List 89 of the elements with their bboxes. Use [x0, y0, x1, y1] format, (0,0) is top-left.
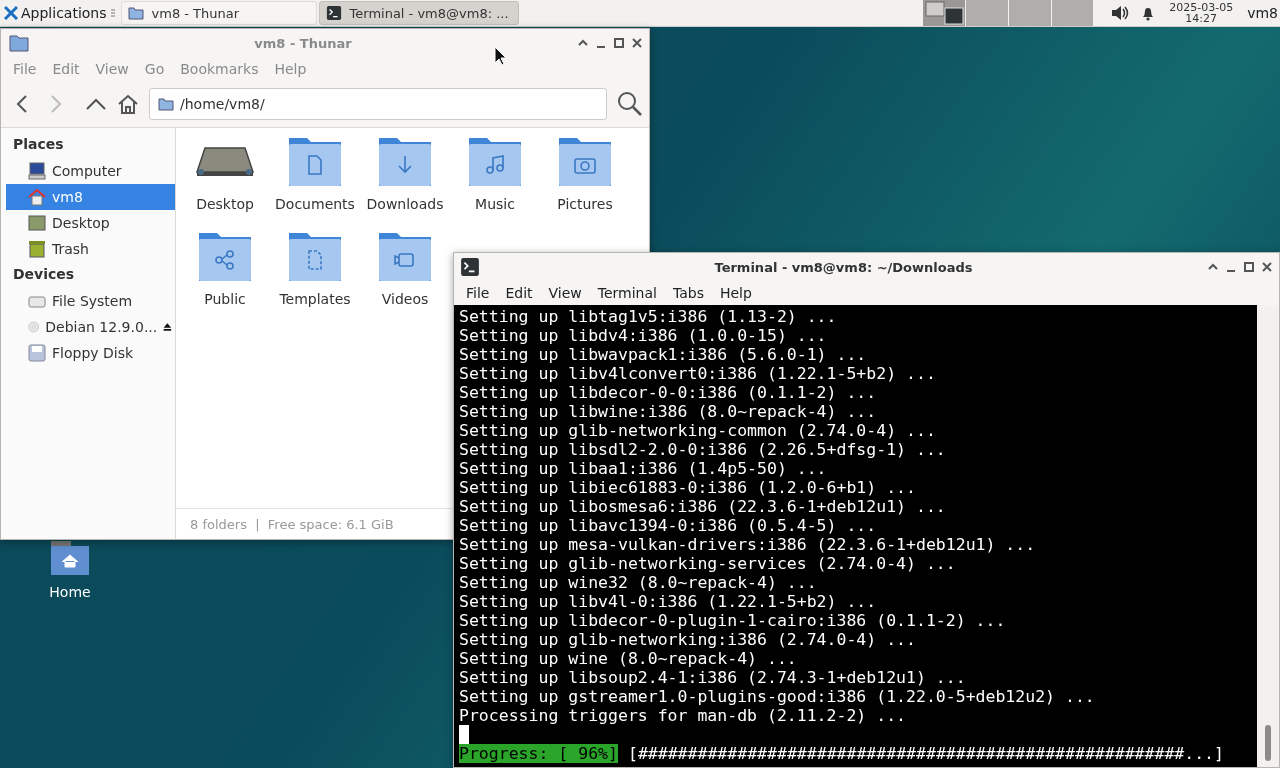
location-field[interactable]: /home/vm8/	[149, 88, 607, 120]
menu-item[interactable]: Help	[711, 285, 760, 301]
folder-label[interactable]: Public	[204, 291, 246, 307]
text-cursor	[459, 725, 469, 744]
sidebar-item[interactable]: Computer	[6, 158, 175, 184]
sidebar-heading: Devices	[12, 265, 76, 284]
scrollbar[interactable]	[1257, 305, 1279, 767]
home-icon	[28, 188, 46, 206]
home-folder-icon[interactable]	[50, 540, 90, 576]
terminal-line: Setting up libv4lconvert0:i386 (1.22.1-5+b2) ...	[459, 364, 937, 383]
progress-label: Progress: [ 96%]	[459, 744, 618, 763]
terminal-line: Setting up libsdl2-2.0-0:i386 (2.26.5+dfsg-1) ...	[459, 440, 947, 459]
sidebar-item[interactable]: Debian 12.9.0...	[6, 314, 175, 340]
terminal-line: Setting up libdecor-0-0:i386 (0.1.1-2) ...	[459, 383, 878, 402]
camera-folder-icon	[558, 136, 612, 188]
folder-label[interactable]: Downloads	[366, 196, 444, 212]
folder-label[interactable]: Desktop	[196, 196, 254, 212]
menu-item[interactable]: Tabs	[664, 285, 712, 301]
workspace-switcher[interactable]	[923, 0, 1094, 26]
bell-icon[interactable]	[1141, 5, 1156, 21]
download-folder-icon	[378, 136, 432, 188]
sidebar-item[interactable]: File System	[6, 288, 175, 314]
terminal-line: Setting up libwavpack1:i386 (5.6.0-1) ...	[459, 345, 868, 364]
document-folder-icon	[288, 136, 342, 188]
sidebar-item[interactable]: vm8	[6, 184, 175, 210]
folder-label[interactable]: Music	[475, 196, 515, 212]
home-icon[interactable]	[117, 94, 139, 114]
disc-icon	[28, 318, 40, 336]
close-icon[interactable]	[631, 37, 643, 49]
folder-label[interactable]: Pictures	[557, 196, 613, 212]
folder-icon	[158, 97, 174, 111]
progress-bar-text: [#######################################################...]	[627, 744, 1224, 763]
share-folder-icon	[198, 231, 252, 283]
template-folder-icon	[288, 231, 342, 283]
computer-icon	[28, 162, 46, 180]
maximize-icon[interactable]	[613, 37, 625, 49]
applications-menu[interactable]: Applications	[0, 0, 111, 26]
xfce-logo-icon	[4, 6, 18, 20]
terminal-line: Setting up glib-networking-common (2.74.0-4) ...	[459, 421, 937, 440]
home-label[interactable]: Home	[49, 584, 91, 600]
floppy-icon	[28, 344, 46, 362]
terminal-line: Setting up libiec61883-0:i386 (1.2.0-6+b1) ...	[459, 478, 917, 497]
terminal-icon	[460, 257, 480, 277]
terminal-line: Setting up libaa1:i386 (1.4p5-50) ...	[459, 459, 828, 478]
user-name[interactable]: vm8	[1247, 5, 1278, 21]
desktop-icon	[28, 214, 46, 232]
terminal-line: Setting up gstreamer1.0-plugins-good:i386 (1.22.0-5+deb12u2) ...	[459, 687, 1096, 706]
sidebar-heading: Places	[12, 135, 65, 154]
close-icon[interactable]	[1261, 261, 1273, 273]
terminal-line: Processing triggers for man-db (2.11.2-2) ...	[459, 706, 908, 725]
terminal-line: Setting up libtag1v5:i386 (1.13-2) ...	[459, 307, 838, 326]
terminal-line: Setting up glib-networking-services (2.74.0-4) ...	[459, 554, 957, 573]
clock[interactable]: 2025-03-05 14:27	[1169, 2, 1234, 24]
terminal-line: Setting up libwine:i386 (8.0~repack-4) ...	[459, 402, 878, 421]
menu-item[interactable]: File	[458, 285, 498, 301]
video-folder-icon	[378, 231, 432, 283]
music-folder-icon	[468, 136, 522, 188]
folder-icon	[127, 6, 144, 20]
folder-label[interactable]: Documents	[275, 196, 355, 212]
terminal-line: Setting up libsoup2.4-1:i386 (2.74.3-1+deb12u1) ...	[459, 668, 967, 687]
taskbar-task[interactable]: vm8 - Thunar	[120, 1, 317, 25]
menu-item[interactable]: Terminal	[589, 285, 665, 301]
terminal-icon	[325, 5, 342, 21]
menu-item[interactable]: View	[540, 285, 590, 301]
terminal-line: Setting up glib-networking:i386 (2.74.0-4) ...	[459, 630, 917, 649]
terminal-line: Setting up wine32 (8.0~repack-4) ...	[459, 573, 818, 592]
folder-label[interactable]: Videos	[381, 291, 429, 307]
folder-label[interactable]: Templates	[279, 291, 351, 307]
volume-icon[interactable]	[1111, 5, 1130, 21]
terminal-line: Setting up libdecor-0-plugin-1-cairo:i386 (0.1.1-2) ...	[459, 611, 1007, 630]
sidebar-item[interactable]: Trash	[6, 236, 175, 262]
sidebar-item[interactable]: Desktop	[6, 210, 175, 236]
search-icon[interactable]	[617, 91, 643, 117]
separator-handle-icon	[110, 8, 115, 18]
window-title: Terminal - vm8@vm8: ~/Downloads	[713, 259, 974, 275]
sidebar-item[interactable]: Floppy Disk	[6, 340, 175, 366]
maximize-icon[interactable]	[1243, 261, 1255, 273]
back-icon[interactable]	[15, 94, 29, 114]
terminal-line: Setting up libv4l-0:i386 (1.22.1-5+b2) ...	[459, 592, 878, 611]
eject-icon[interactable]	[163, 320, 172, 334]
window-title: vm8 - Thunar	[253, 35, 353, 51]
menu-item[interactable]: Edit	[497, 285, 541, 301]
terminal-line: Setting up wine (8.0~repack-4) ...	[459, 649, 798, 668]
trash-icon	[28, 240, 46, 258]
up-icon[interactable]	[85, 97, 107, 111]
folder-icon	[9, 34, 29, 52]
terminal-line: Setting up libdv4:i386 (1.0.0-15) ...	[459, 326, 828, 345]
taskbar-task[interactable]: Terminal - vm8@vm8: ...	[318, 1, 519, 25]
mouse-pointer-icon	[494, 46, 506, 66]
